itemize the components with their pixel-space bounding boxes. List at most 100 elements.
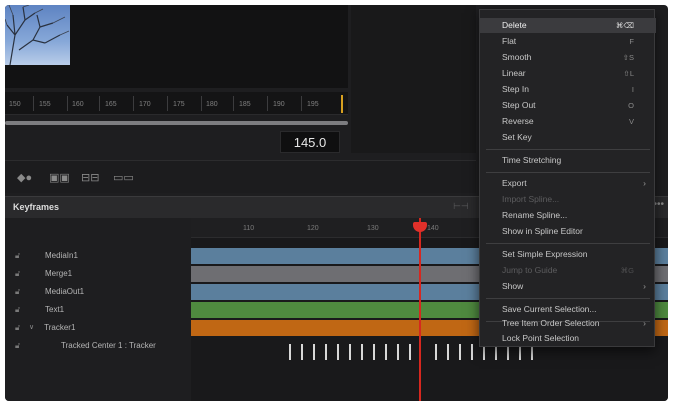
keyframes-title: Keyframes bbox=[13, 202, 60, 212]
keyframe-marker[interactable] bbox=[361, 344, 363, 360]
ruler-tick: 190 bbox=[273, 101, 285, 108]
ruler-tick: 165 bbox=[105, 101, 117, 108]
menu-item-delete[interactable]: Delete ⌘⌫ bbox=[480, 18, 656, 33]
ruler-tick: 170 bbox=[139, 101, 151, 108]
keyframe-marker[interactable] bbox=[349, 344, 351, 360]
ruler-line bbox=[301, 96, 302, 111]
key-add-icon[interactable]: ◆● bbox=[17, 171, 32, 184]
menu-item-step-in[interactable]: Step In I bbox=[480, 82, 656, 97]
scrub-bar[interactable] bbox=[5, 121, 348, 125]
keyframe-marker[interactable] bbox=[409, 344, 411, 360]
chevron-right-icon: › bbox=[643, 281, 646, 291]
keyframe-marker[interactable] bbox=[397, 344, 399, 360]
lock-icon[interactable]: 🔓︎ bbox=[15, 305, 23, 314]
viewer bbox=[5, 5, 348, 88]
lock-icon[interactable]: 🔓︎ bbox=[15, 251, 23, 260]
track-item[interactable]: 🔓︎ ∨ Tracker1 bbox=[15, 318, 75, 336]
lock-icon[interactable]: 🔓︎ bbox=[15, 323, 23, 332]
menu-item-save-current-selection[interactable]: Save Current Selection... bbox=[480, 302, 656, 317]
menu-item-shortcut: O bbox=[628, 101, 634, 110]
lock-icon[interactable]: 🔓︎ bbox=[15, 287, 23, 296]
menu-item-show[interactable]: Show › bbox=[480, 279, 656, 294]
menu-separator bbox=[486, 149, 650, 150]
track-name: Text1 bbox=[45, 304, 65, 314]
menu-item-import-spline: Import Spline... bbox=[480, 192, 656, 207]
ruler-line bbox=[267, 96, 268, 111]
menu-item-shortcut: ⇧S bbox=[622, 53, 634, 62]
chevron-right-icon: › bbox=[643, 318, 646, 328]
menu-item-label: Jump to Guide bbox=[502, 265, 558, 275]
timeline-playhead[interactable] bbox=[419, 218, 421, 401]
zoom-icon[interactable]: ⊢⊣ bbox=[453, 201, 469, 212]
lock-icon[interactable]: 🔓︎ bbox=[15, 269, 23, 278]
keyframe-marker[interactable] bbox=[325, 344, 327, 360]
filter-icon[interactable]: ⊟⊟ bbox=[81, 171, 99, 184]
menu-item-set-simple-expression[interactable]: Set Simple Expression bbox=[480, 247, 656, 262]
menu-item-set-key[interactable]: Set Key bbox=[480, 130, 656, 145]
menu-item-reverse[interactable]: Reverse V bbox=[480, 114, 656, 129]
menu-item-flat[interactable]: Flat F bbox=[480, 34, 656, 49]
track-item[interactable]: 🔓︎ MediaIn1 bbox=[15, 246, 78, 264]
menu-item-step-out[interactable]: Step Out O bbox=[480, 98, 656, 113]
track-item[interactable]: 🔓︎ Merge1 bbox=[15, 264, 72, 282]
menu-item-label: Export bbox=[502, 178, 527, 188]
monitor-icon[interactable]: ▭▭ bbox=[113, 171, 134, 184]
chevron-down-icon[interactable]: ∨ bbox=[29, 323, 34, 331]
track-item[interactable]: 🔓︎ MediaOut1 bbox=[15, 282, 84, 300]
menu-item-label: Step Out bbox=[502, 100, 536, 110]
keyframe-marker[interactable] bbox=[471, 344, 473, 360]
ruler-line bbox=[167, 96, 168, 111]
keyframe-marker[interactable] bbox=[301, 344, 303, 360]
keyframe-marker[interactable] bbox=[337, 344, 339, 360]
menu-separator bbox=[486, 298, 650, 299]
context-menu: Delete ⌘⌫ Flat F Smooth ⇧S Linear ⇧L Ste… bbox=[479, 9, 656, 347]
ruler-line bbox=[33, 96, 34, 111]
menu-item-shortcut: V bbox=[628, 117, 634, 126]
menu-item-label: Show bbox=[502, 281, 524, 291]
track-name: Tracker1 bbox=[44, 322, 76, 332]
menu-item-shortcut: I bbox=[631, 85, 634, 94]
track-name: MediaOut1 bbox=[45, 286, 85, 296]
track-item[interactable]: 🔓︎ Text1 bbox=[15, 300, 64, 318]
menu-item-label: Rename Spline... bbox=[502, 210, 568, 220]
viewer-thumbnail bbox=[5, 5, 70, 65]
timecode-display[interactable]: 145.0 bbox=[280, 131, 340, 153]
lock-icon[interactable]: 🔓︎ bbox=[15, 341, 23, 350]
menu-item-tree-item-order-selection[interactable]: Tree Item Order Selection › bbox=[480, 316, 656, 331]
menu-item-shortcut: ⇧L bbox=[623, 69, 634, 78]
toolbar: ◆● ▣▣ ⊟⊟ ▭▭ bbox=[5, 160, 476, 193]
track-item[interactable]: 🔓︎ Tracked Center 1 : Tracker bbox=[15, 336, 156, 354]
ruler-tick: 185 bbox=[239, 101, 251, 108]
keyframe-marker[interactable] bbox=[373, 344, 375, 360]
keyframe-marker[interactable] bbox=[289, 344, 291, 360]
ruler-tick: 195 bbox=[307, 101, 319, 108]
menu-item-jump-to-guide: Jump to Guide ⌘G bbox=[480, 263, 656, 278]
keyframe-marker[interactable] bbox=[385, 344, 387, 360]
viewer-ruler[interactable]: 150 155 160 165 170 175 180 185 190 195 bbox=[5, 92, 348, 115]
menu-item-label: Smooth bbox=[502, 52, 532, 62]
menu-item-export[interactable]: Export › bbox=[480, 176, 656, 191]
menu-item-label: Set Key bbox=[502, 132, 532, 142]
ruler-line bbox=[99, 96, 100, 111]
keyframe-marker[interactable] bbox=[313, 344, 315, 360]
app-window: 150 155 160 165 170 175 180 185 190 195 … bbox=[5, 5, 668, 401]
menu-item-linear[interactable]: Linear ⇧L bbox=[480, 66, 656, 81]
keyframe-marker[interactable] bbox=[447, 344, 449, 360]
ruler-tick: 160 bbox=[72, 101, 84, 108]
keyframe-marker[interactable] bbox=[435, 344, 437, 360]
keyframe-marker[interactable] bbox=[459, 344, 461, 360]
menu-item-show-in-spline-editor[interactable]: Show in Spline Editor bbox=[480, 224, 656, 239]
menu-item-smooth[interactable]: Smooth ⇧S bbox=[480, 50, 656, 65]
menu-item-shortcut: ⌘G bbox=[620, 266, 634, 275]
menu-item-label: Delete bbox=[502, 20, 527, 30]
copy-icon[interactable]: ▣▣ bbox=[49, 171, 70, 184]
viewer-right-panel bbox=[351, 5, 476, 153]
menu-item-time-stretching[interactable]: Time Stretching bbox=[480, 153, 656, 168]
menu-item-lock-point-selection[interactable]: Lock Point Selection bbox=[480, 331, 656, 346]
menu-item-label: Linear bbox=[502, 68, 526, 78]
viewer-playhead[interactable] bbox=[341, 95, 343, 113]
timeline-tick: 130 bbox=[367, 225, 379, 232]
menu-item-rename-spline[interactable]: Rename Spline... bbox=[480, 208, 656, 223]
menu-item-shortcut: F bbox=[629, 37, 634, 46]
menu-item-label: Tree Item Order Selection bbox=[502, 318, 600, 328]
